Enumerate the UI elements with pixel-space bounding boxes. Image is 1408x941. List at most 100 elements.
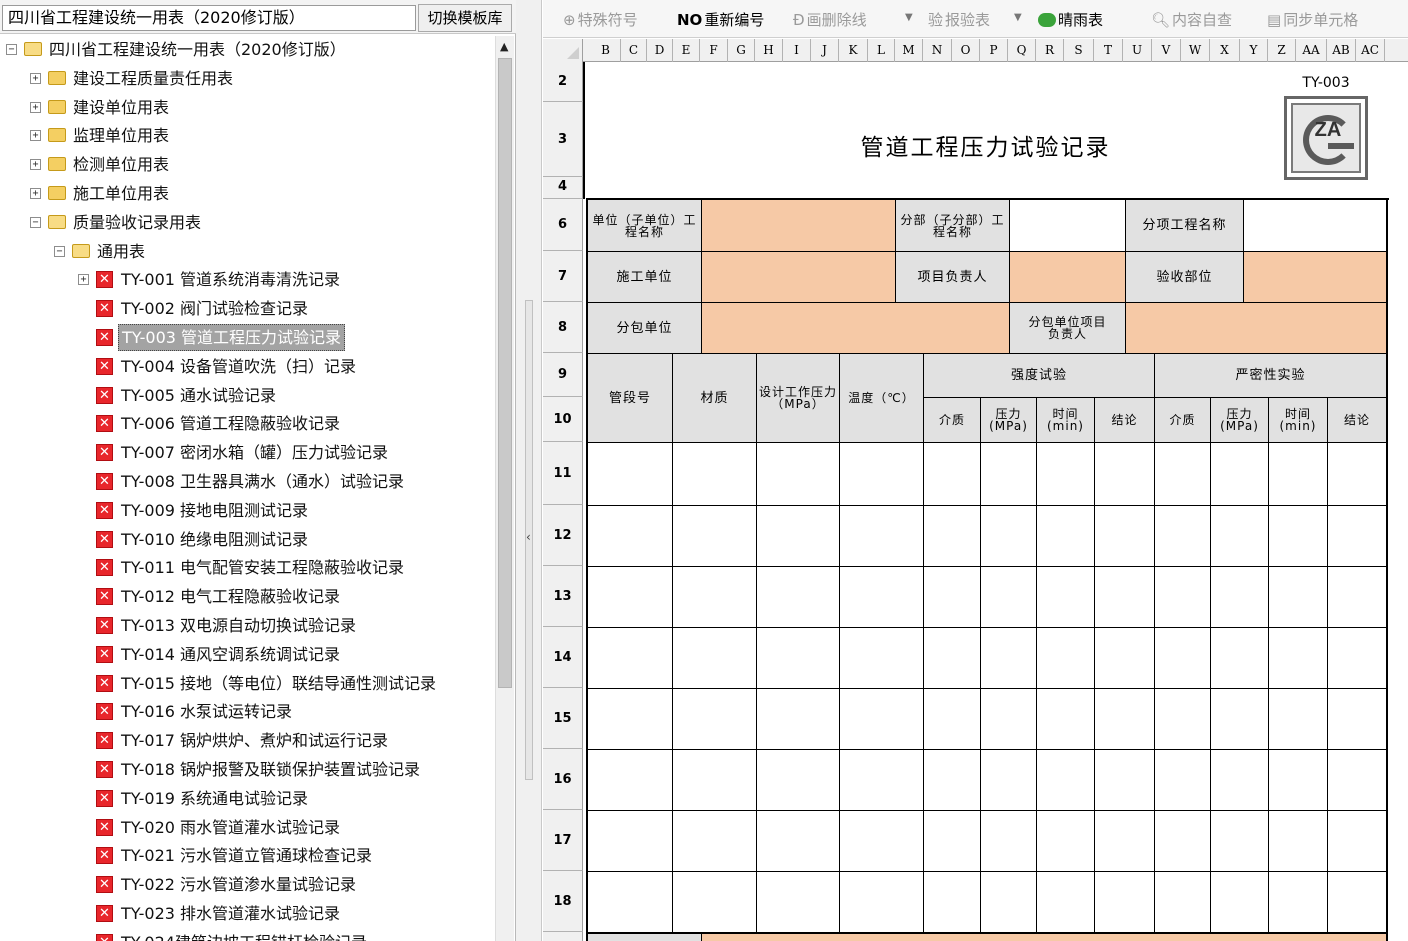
column-header[interactable]: D xyxy=(647,39,673,62)
column-header[interactable]: L xyxy=(868,39,895,62)
inspection-form-button[interactable]: 验报验表 xyxy=(928,9,990,31)
row-header[interactable]: 10 xyxy=(543,397,583,442)
row-header[interactable]: 17 xyxy=(543,810,583,871)
data-cell[interactable] xyxy=(1036,688,1095,750)
data-cell[interactable] xyxy=(980,871,1037,933)
partial-row-input[interactable] xyxy=(701,933,1387,941)
data-cell[interactable] xyxy=(1268,442,1328,506)
data-cell[interactable] xyxy=(1094,566,1155,628)
expand-icon[interactable]: + xyxy=(30,188,41,199)
scroll-thumb[interactable] xyxy=(498,58,512,688)
data-cell[interactable] xyxy=(839,688,924,750)
expand-icon[interactable]: + xyxy=(30,101,41,113)
data-cell[interactable] xyxy=(587,566,673,628)
column-header[interactable]: R xyxy=(1036,39,1064,62)
data-cell[interactable] xyxy=(923,810,981,872)
unit-project-input[interactable] xyxy=(701,199,896,252)
column-header[interactable]: T xyxy=(1094,39,1123,62)
data-cell[interactable] xyxy=(1036,749,1095,811)
row-header[interactable]: 9 xyxy=(543,353,583,397)
data-cell[interactable] xyxy=(587,505,673,567)
column-header[interactable]: G xyxy=(728,39,755,62)
data-cell[interactable] xyxy=(587,442,673,506)
data-cell[interactable] xyxy=(1094,505,1155,567)
expand-icon[interactable]: + xyxy=(30,72,41,84)
data-cell[interactable] xyxy=(1094,688,1155,750)
data-cell[interactable] xyxy=(1268,627,1328,689)
column-header[interactable]: H xyxy=(755,39,783,62)
row-header[interactable]: 6 xyxy=(543,199,583,251)
strikethrough-button[interactable]: Đ 画删除线 xyxy=(793,9,867,31)
data-cell[interactable] xyxy=(587,627,673,689)
collapse-icon[interactable]: − xyxy=(54,245,65,257)
data-cell[interactable] xyxy=(1210,627,1269,689)
row-header[interactable]: 16 xyxy=(543,749,583,810)
column-header[interactable]: O xyxy=(952,39,980,62)
row-header[interactable]: 2 xyxy=(543,62,583,102)
data-cell[interactable] xyxy=(980,442,1037,506)
data-cell[interactable] xyxy=(1327,442,1387,506)
data-cell[interactable] xyxy=(672,566,757,628)
data-cell[interactable] xyxy=(756,566,840,628)
data-cell[interactable] xyxy=(587,688,673,750)
chevron-down-icon[interactable]: ▼ xyxy=(1014,12,1022,23)
column-header[interactable]: C xyxy=(621,39,647,62)
construction-unit-input[interactable] xyxy=(701,251,896,303)
project-manager-input[interactable] xyxy=(1009,251,1126,303)
data-cell[interactable] xyxy=(756,810,840,872)
acceptance-part-input[interactable] xyxy=(1243,251,1387,303)
data-cell[interactable] xyxy=(839,566,924,628)
panel-splitter[interactable]: ‹ xyxy=(516,0,542,941)
row-header[interactable]: 13 xyxy=(543,566,583,627)
data-cell[interactable] xyxy=(839,871,924,933)
data-cell[interactable] xyxy=(923,566,981,628)
data-cell[interactable] xyxy=(587,749,673,811)
data-cell[interactable] xyxy=(756,871,840,933)
row-header[interactable]: 15 xyxy=(543,688,583,749)
data-cell[interactable] xyxy=(1268,566,1328,628)
data-cell[interactable] xyxy=(980,688,1037,750)
scroll-up-icon[interactable]: ▲ xyxy=(500,40,508,53)
data-cell[interactable] xyxy=(839,810,924,872)
data-cell[interactable] xyxy=(1210,871,1269,933)
data-cell[interactable] xyxy=(672,442,757,506)
column-header[interactable]: J xyxy=(811,39,839,62)
data-cell[interactable] xyxy=(1327,566,1387,628)
content-self-check-button[interactable]: 🔍︎ 内容自查 xyxy=(1151,9,1232,31)
column-header[interactable]: W xyxy=(1181,39,1210,62)
data-cell[interactable] xyxy=(1036,871,1095,933)
row-header[interactable]: 7 xyxy=(543,251,583,302)
data-cell[interactable] xyxy=(839,442,924,506)
row-header[interactable]: 12 xyxy=(543,505,583,566)
data-cell[interactable] xyxy=(980,749,1037,811)
sub-project-input[interactable] xyxy=(1009,199,1126,252)
data-cell[interactable] xyxy=(980,505,1037,567)
expand-icon[interactable]: + xyxy=(30,159,41,171)
data-cell[interactable] xyxy=(672,505,757,567)
row-header[interactable]: 4 xyxy=(543,177,583,199)
data-cell[interactable] xyxy=(923,749,981,811)
data-cell[interactable] xyxy=(1210,749,1269,811)
data-cell[interactable] xyxy=(672,688,757,750)
expand-icon[interactable]: − xyxy=(30,216,41,228)
data-cell[interactable] xyxy=(923,505,981,567)
data-cell[interactable] xyxy=(1036,810,1095,872)
data-cell[interactable] xyxy=(1210,810,1269,872)
data-cell[interactable] xyxy=(980,627,1037,689)
data-cell[interactable] xyxy=(1327,871,1387,933)
spreadsheet[interactable]: B C D E F G H I J K L M N O P Q R S T U V W X Y Z AA AB AC 23467891… xyxy=(543,39,1408,941)
data-cell[interactable] xyxy=(1268,871,1328,933)
subcontract-unit-input[interactable] xyxy=(701,302,1010,354)
column-header[interactable]: M xyxy=(895,39,923,62)
data-cell[interactable] xyxy=(923,871,981,933)
data-cell[interactable] xyxy=(923,688,981,750)
data-cell[interactable] xyxy=(1094,810,1155,872)
row-header[interactable]: 8 xyxy=(543,302,583,353)
data-cell[interactable] xyxy=(756,627,840,689)
collapse-left-icon[interactable]: ‹ xyxy=(526,530,531,544)
switch-template-library-button[interactable]: 切换模板库 xyxy=(418,4,512,32)
data-cell[interactable] xyxy=(1327,627,1387,689)
chevron-down-icon[interactable]: ▼ xyxy=(905,12,913,23)
data-cell[interactable] xyxy=(1154,627,1211,689)
data-cell[interactable] xyxy=(1154,749,1211,811)
